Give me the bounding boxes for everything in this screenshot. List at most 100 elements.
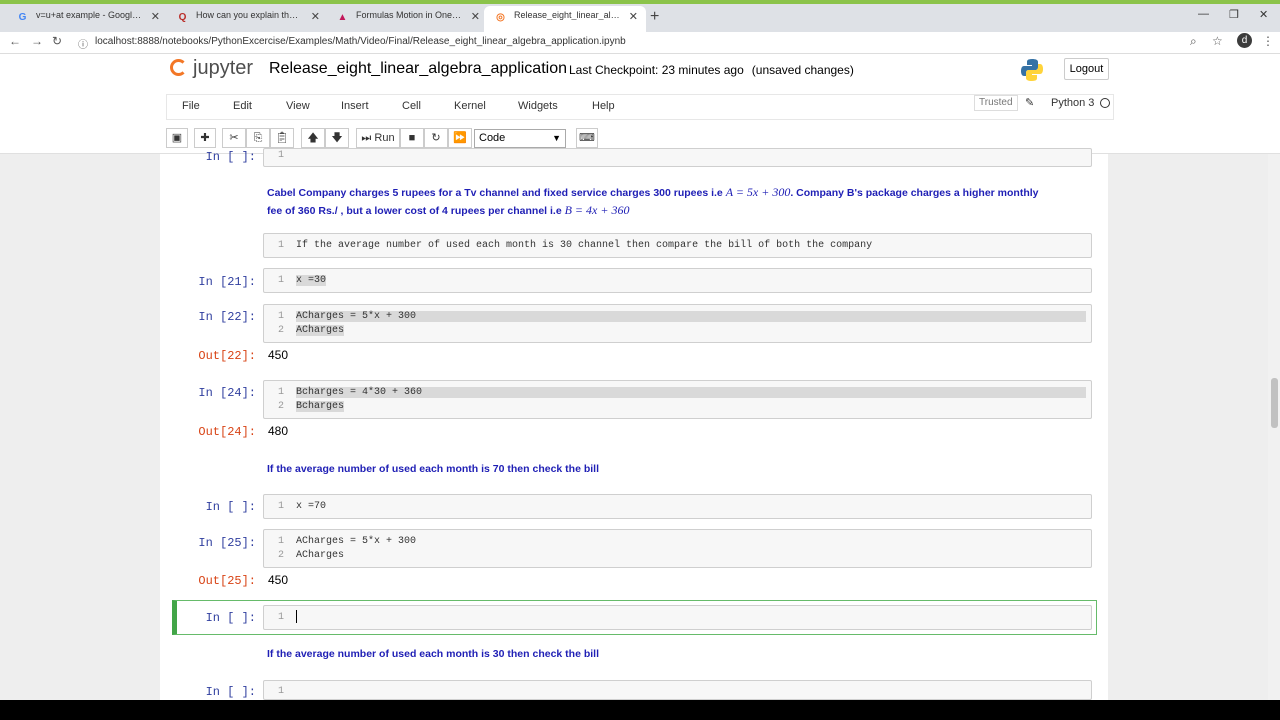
browser-menu-icon[interactable]: ⋮ — [1262, 34, 1274, 48]
output-prompt: Out[22]: — [198, 349, 256, 363]
menu-insert[interactable]: Insert — [341, 100, 369, 112]
url-field[interactable]: localhost:8888/notebooks/PythonExcercise… — [95, 36, 626, 47]
profile-avatar[interactable]: d — [1237, 33, 1252, 48]
insert-cell-button[interactable]: ✚ — [194, 128, 216, 148]
command-palette-button[interactable]: ⌨ — [576, 128, 598, 148]
close-icon[interactable]: ✕ — [311, 10, 320, 23]
markdown-cell[interactable]: Cabel Company charges 5 rupees for a Tv … — [267, 184, 1087, 220]
paste-button[interactable]: 📋︎ — [270, 128, 294, 148]
chevron-down-icon: ▼ — [552, 133, 561, 143]
menu-view[interactable]: View — [286, 100, 310, 112]
code-cell-input[interactable] — [263, 494, 1092, 519]
arrow-down-icon: 🡇 — [331, 132, 343, 144]
cell-type-select[interactable]: Code ▼ — [474, 129, 566, 148]
output-value: 450 — [268, 573, 289, 587]
browser-tab-google[interactable]: G v=u+at example - Google Search ✕ — [6, 6, 168, 32]
scrollbar-thumb[interactable] — [1271, 378, 1278, 428]
kernel-name[interactable]: Python 3 — [1051, 97, 1094, 109]
input-prompt: In [ ]: — [205, 500, 256, 514]
run-button[interactable]: ⏭ Run — [356, 128, 400, 148]
code-line: Bcharges — [296, 401, 345, 412]
line-number: 1 — [277, 501, 284, 512]
checkpoint-text: Last Checkpoint: 23 minutes ago — [569, 63, 744, 77]
restart-run-all-button[interactable]: ⏩ — [448, 128, 472, 148]
close-icon[interactable]: ✕ — [471, 10, 480, 23]
checkpoint-status: Last Checkpoint: 23 minutes ago (unsaved … — [569, 63, 854, 77]
close-icon[interactable]: ✕ — [629, 10, 638, 23]
stop-icon: ■ — [408, 132, 416, 144]
back-icon[interactable]: ← — [9, 34, 21, 48]
reload-icon[interactable]: ↻ — [52, 34, 62, 48]
menu-cell[interactable]: Cell — [402, 100, 421, 112]
save-icon: ▣ — [171, 132, 183, 144]
step-forward-icon: ⏭ — [361, 132, 372, 144]
markdown-text: fee of 360 Rs./ , but a lower cost of 4 … — [267, 205, 562, 217]
arrow-up-icon: 🡅 — [307, 132, 319, 144]
code-cell-input[interactable] — [263, 380, 1092, 419]
copy-button[interactable]: ⎘ — [246, 128, 270, 148]
run-label: Run — [374, 132, 395, 144]
notebook-title[interactable]: Release_eight_linear_algebra_application — [269, 60, 567, 78]
code-cell-input[interactable] — [263, 148, 1092, 167]
menu-kernel[interactable]: Kernel — [454, 100, 486, 112]
markdown-cell[interactable]: If the average number of used each month… — [267, 646, 599, 663]
markdown-text: Cabel Company charges 5 rupees for a Tv … — [267, 187, 723, 199]
browser-tab-quora[interactable]: Q How can you explain the equation ✕ — [166, 6, 328, 32]
save-button[interactable]: ▣ — [166, 128, 188, 148]
line-number: 1 — [277, 536, 284, 547]
code-cell-input[interactable] — [263, 680, 1092, 700]
interrupt-button[interactable]: ■ — [400, 128, 424, 148]
edit-pencil-icon[interactable]: ✎ — [1025, 96, 1034, 109]
jupyter-logo-icon — [170, 59, 187, 76]
zoom-icon[interactable]: ⌕ — [1190, 34, 1197, 49]
restart-button[interactable]: ↻ — [424, 128, 448, 148]
restore-icon[interactable]: ❐ — [1229, 8, 1239, 21]
math-formula: A = 5x + 300 — [725, 185, 791, 199]
menu-file[interactable]: File — [182, 100, 200, 112]
trusted-badge[interactable]: Trusted — [974, 95, 1018, 111]
google-icon: G — [18, 12, 27, 23]
address-bar: ← → ↻ ⓘ localhost:8888/notebooks/PythonE… — [0, 32, 1280, 54]
markdown-cell[interactable]: If the average number of used each month… — [267, 461, 599, 478]
markdown-text: . Company B's package charges a higher m… — [790, 187, 1039, 199]
jupyter-logo-text: jupyter — [193, 57, 254, 79]
menu-edit[interactable]: Edit — [233, 100, 252, 112]
forward-icon[interactable]: → — [31, 34, 43, 48]
new-tab-icon[interactable]: + — [650, 8, 659, 26]
code-line: ACharges = 5*x + 300 — [296, 311, 1086, 322]
code-cell-input[interactable] — [263, 268, 1092, 293]
code-cell-input[interactable] — [263, 529, 1092, 568]
jupyter-logo[interactable]: jupyter — [170, 57, 253, 80]
logout-button[interactable]: Logout — [1064, 58, 1109, 80]
info-icon[interactable]: ⓘ — [78, 36, 88, 51]
input-prompt: In [ ]: — [205, 685, 256, 699]
line-number: 1 — [277, 612, 284, 623]
browser-tab-formulas[interactable]: ▲ Formulas Motion in One Dimensi ✕ — [326, 6, 488, 32]
tab-label: v=u+at example - Google Search — [36, 10, 142, 20]
code-line: x =70 — [296, 501, 327, 512]
move-down-button[interactable]: 🡇 — [325, 128, 349, 148]
cut-button[interactable]: ✂ — [222, 128, 246, 148]
menu-help[interactable]: Help — [592, 100, 615, 112]
move-up-button[interactable]: 🡅 — [301, 128, 325, 148]
tabstrip-accent — [0, 0, 1280, 4]
restart-icon: ↻ — [431, 132, 441, 144]
code-line: ACharges — [296, 325, 345, 336]
line-number: 1 — [277, 240, 284, 251]
browser-tab-notebook[interactable]: ◎ Release_eight_linear_algebra_ap ✕ — [484, 6, 646, 32]
plus-icon: ✚ — [200, 132, 210, 144]
bookmark-star-icon[interactable]: ☆ — [1212, 34, 1223, 48]
minimize-icon[interactable]: — — [1198, 8, 1209, 20]
window-close-icon[interactable]: ✕ — [1259, 8, 1268, 21]
tab-label: Formulas Motion in One Dimensi — [356, 10, 462, 20]
code-line: ACharges — [296, 550, 345, 561]
text-cursor — [296, 610, 297, 623]
code-cell-input[interactable] — [263, 304, 1092, 343]
quora-icon: Q — [178, 12, 187, 23]
jupyter-icon: ◎ — [496, 12, 505, 23]
code-line: Bcharges = 4*30 + 360 — [296, 387, 1086, 398]
close-icon[interactable]: ✕ — [151, 10, 160, 23]
paste-icon: 📋︎ — [275, 132, 289, 144]
code-cell-input[interactable] — [263, 605, 1092, 630]
menu-widgets[interactable]: Widgets — [518, 100, 558, 112]
